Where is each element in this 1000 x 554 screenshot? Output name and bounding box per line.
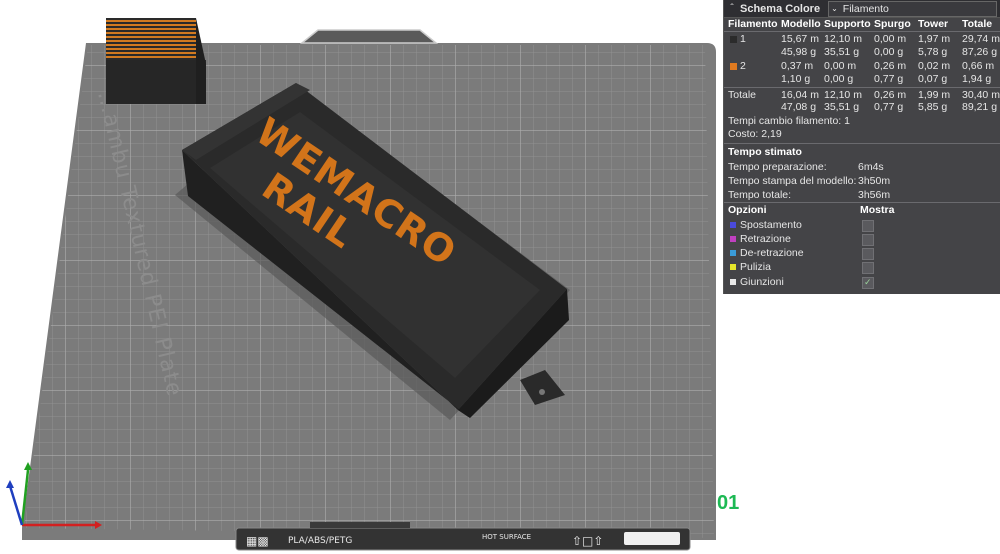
wipe-checkbox[interactable]: [862, 262, 874, 274]
seams-swatch: [730, 279, 736, 285]
filament-1-id: 1: [740, 33, 746, 45]
cell: 87,26 g: [962, 46, 998, 58]
cell: 35,51 g: [824, 46, 860, 58]
filament-2-swatch: [730, 63, 737, 70]
plate-button[interactable]: [624, 532, 680, 545]
filament-types-label: PLA/ABS/PETG: [288, 536, 353, 546]
col-total: Totale: [962, 18, 993, 30]
stats-panel: ˆ Schema Colore ⌄ Filamento Filamento Mo…: [723, 0, 1000, 294]
cell: 1,94 g: [962, 73, 992, 85]
collapse-icon[interactable]: ˆ: [724, 3, 740, 14]
seams-checkbox[interactable]: [862, 276, 874, 289]
option-label: Retrazione: [740, 233, 791, 245]
panel-title: Schema Colore: [740, 2, 821, 15]
cell: 1,97 m: [918, 33, 951, 45]
cell: 0,77 g: [874, 101, 904, 113]
deretraction-swatch: [730, 250, 736, 256]
cell: 29,74 m: [962, 33, 1000, 45]
col-tower: Tower: [918, 18, 949, 30]
option-row-retraction: Retrazione: [724, 233, 1000, 246]
cell: 0,00 m: [874, 33, 907, 45]
time-label: Tempo stampa del modello:: [728, 175, 857, 187]
option-label: Giunzioni: [740, 276, 784, 288]
col-support: Supporto: [824, 18, 871, 30]
time-value: 3h56m: [858, 189, 891, 201]
cell: 0,00 m: [824, 60, 857, 72]
cell: 5,85 g: [918, 101, 948, 113]
plate-action-icons[interactable]: ⇧□⇧: [572, 534, 603, 548]
cell: 5,78 g: [918, 46, 948, 58]
time-row-prep: Tempo preparazione: 6m4s: [724, 161, 1000, 174]
travel-checkbox[interactable]: [862, 220, 874, 232]
color-scheme-select[interactable]: ⌄ Filamento: [828, 0, 997, 17]
panel-header: ˆ Schema Colore ⌄ Filamento: [724, 0, 1000, 18]
option-row-deretraction: De-retrazione: [724, 247, 1000, 260]
filament-1-weight-row: 45,98 g 35,51 g 0,00 g 5,78 g 87,26 g: [724, 46, 1000, 59]
col-model: Modello: [781, 18, 821, 30]
time-row-model: Tempo stampa del modello: 3h50m: [724, 175, 1000, 188]
cell: 0,66 m: [962, 60, 995, 72]
filament-2-id: 2: [740, 60, 746, 72]
filament-changes: Tempi cambio filamento: 1: [724, 115, 1000, 128]
filament-1-swatch: [730, 36, 737, 43]
cell: 0,00 g: [824, 73, 854, 85]
wipe-swatch: [730, 264, 736, 270]
time-label: Tempo totale:: [728, 189, 792, 201]
time-value: 6m4s: [858, 161, 884, 173]
cell: 0,77 g: [874, 73, 904, 85]
filament-2-weight-row: 1,10 g 0,00 g 0,77 g 0,07 g 1,94 g: [724, 73, 1000, 86]
time-value: 3h50m: [858, 175, 891, 187]
option-label: Spostamento: [740, 219, 802, 231]
filament-1-length-row: 1 15,67 m 12,10 m 0,00 m 1,97 m 29,74 m: [724, 33, 1000, 46]
option-label: De-retrazione: [740, 247, 804, 259]
cell: 12,10 m: [824, 33, 862, 45]
hot-surface-warning: HOT SURFACE: [482, 533, 532, 541]
cell: 35,51 g: [824, 101, 860, 113]
time-row-total: Tempo totale: 3h56m: [724, 189, 1000, 202]
chevron-down-icon: ⌄: [831, 4, 838, 13]
plate-logo-icon: ▦▩: [246, 534, 269, 548]
show-title: Mostra: [860, 204, 895, 216]
color-scheme-value: Filamento: [842, 2, 889, 15]
cell: 47,08 g: [781, 101, 817, 113]
option-label: Pulizia: [740, 261, 771, 273]
retraction-swatch: [730, 236, 736, 242]
filament-2-length-row: 2 0,37 m 0,00 m 0,26 m 0,02 m 0,66 m: [724, 60, 1000, 73]
options-header: Opzioni Mostra: [724, 204, 1000, 217]
option-row-wipe: Pulizia: [724, 261, 1000, 274]
cell: 0,00 g: [874, 46, 904, 58]
retraction-checkbox[interactable]: [862, 234, 874, 246]
option-row-travel: Spostamento: [724, 219, 1000, 232]
time-title: Tempo stimato: [728, 146, 802, 158]
travel-swatch: [730, 222, 736, 228]
cost-text: Costo: 2,19: [728, 128, 782, 140]
cell: 45,98 g: [781, 46, 817, 58]
cell: 89,21 g: [962, 101, 998, 113]
cell: 15,67 m: [781, 33, 819, 45]
cell: 0,26 m: [874, 60, 907, 72]
cell: 0,02 m: [918, 60, 951, 72]
cell: 0,37 m: [781, 60, 814, 72]
col-filament: Filamento: [728, 18, 778, 30]
table-header: Filamento Modello Supporto Spurgo Tower …: [724, 18, 1000, 31]
option-row-seams: Giunzioni: [724, 276, 1000, 289]
cost: Costo: 2,19: [724, 128, 1000, 141]
total-weight-row: 47,08 g 35,51 g 0,77 g 5,85 g 89,21 g: [724, 101, 1000, 114]
plate-number[interactable]: 01: [717, 492, 739, 515]
col-purge: Spurgo: [874, 18, 911, 30]
filament-changes-text: Tempi cambio filamento: 1: [728, 115, 850, 127]
deretraction-checkbox[interactable]: [862, 248, 874, 260]
time-label: Tempo preparazione:: [728, 161, 827, 173]
cell: 1,10 g: [781, 73, 811, 85]
cell: 0,07 g: [918, 73, 948, 85]
time-section-title: Tempo stimato: [724, 146, 1000, 159]
options-title: Opzioni: [728, 204, 767, 216]
